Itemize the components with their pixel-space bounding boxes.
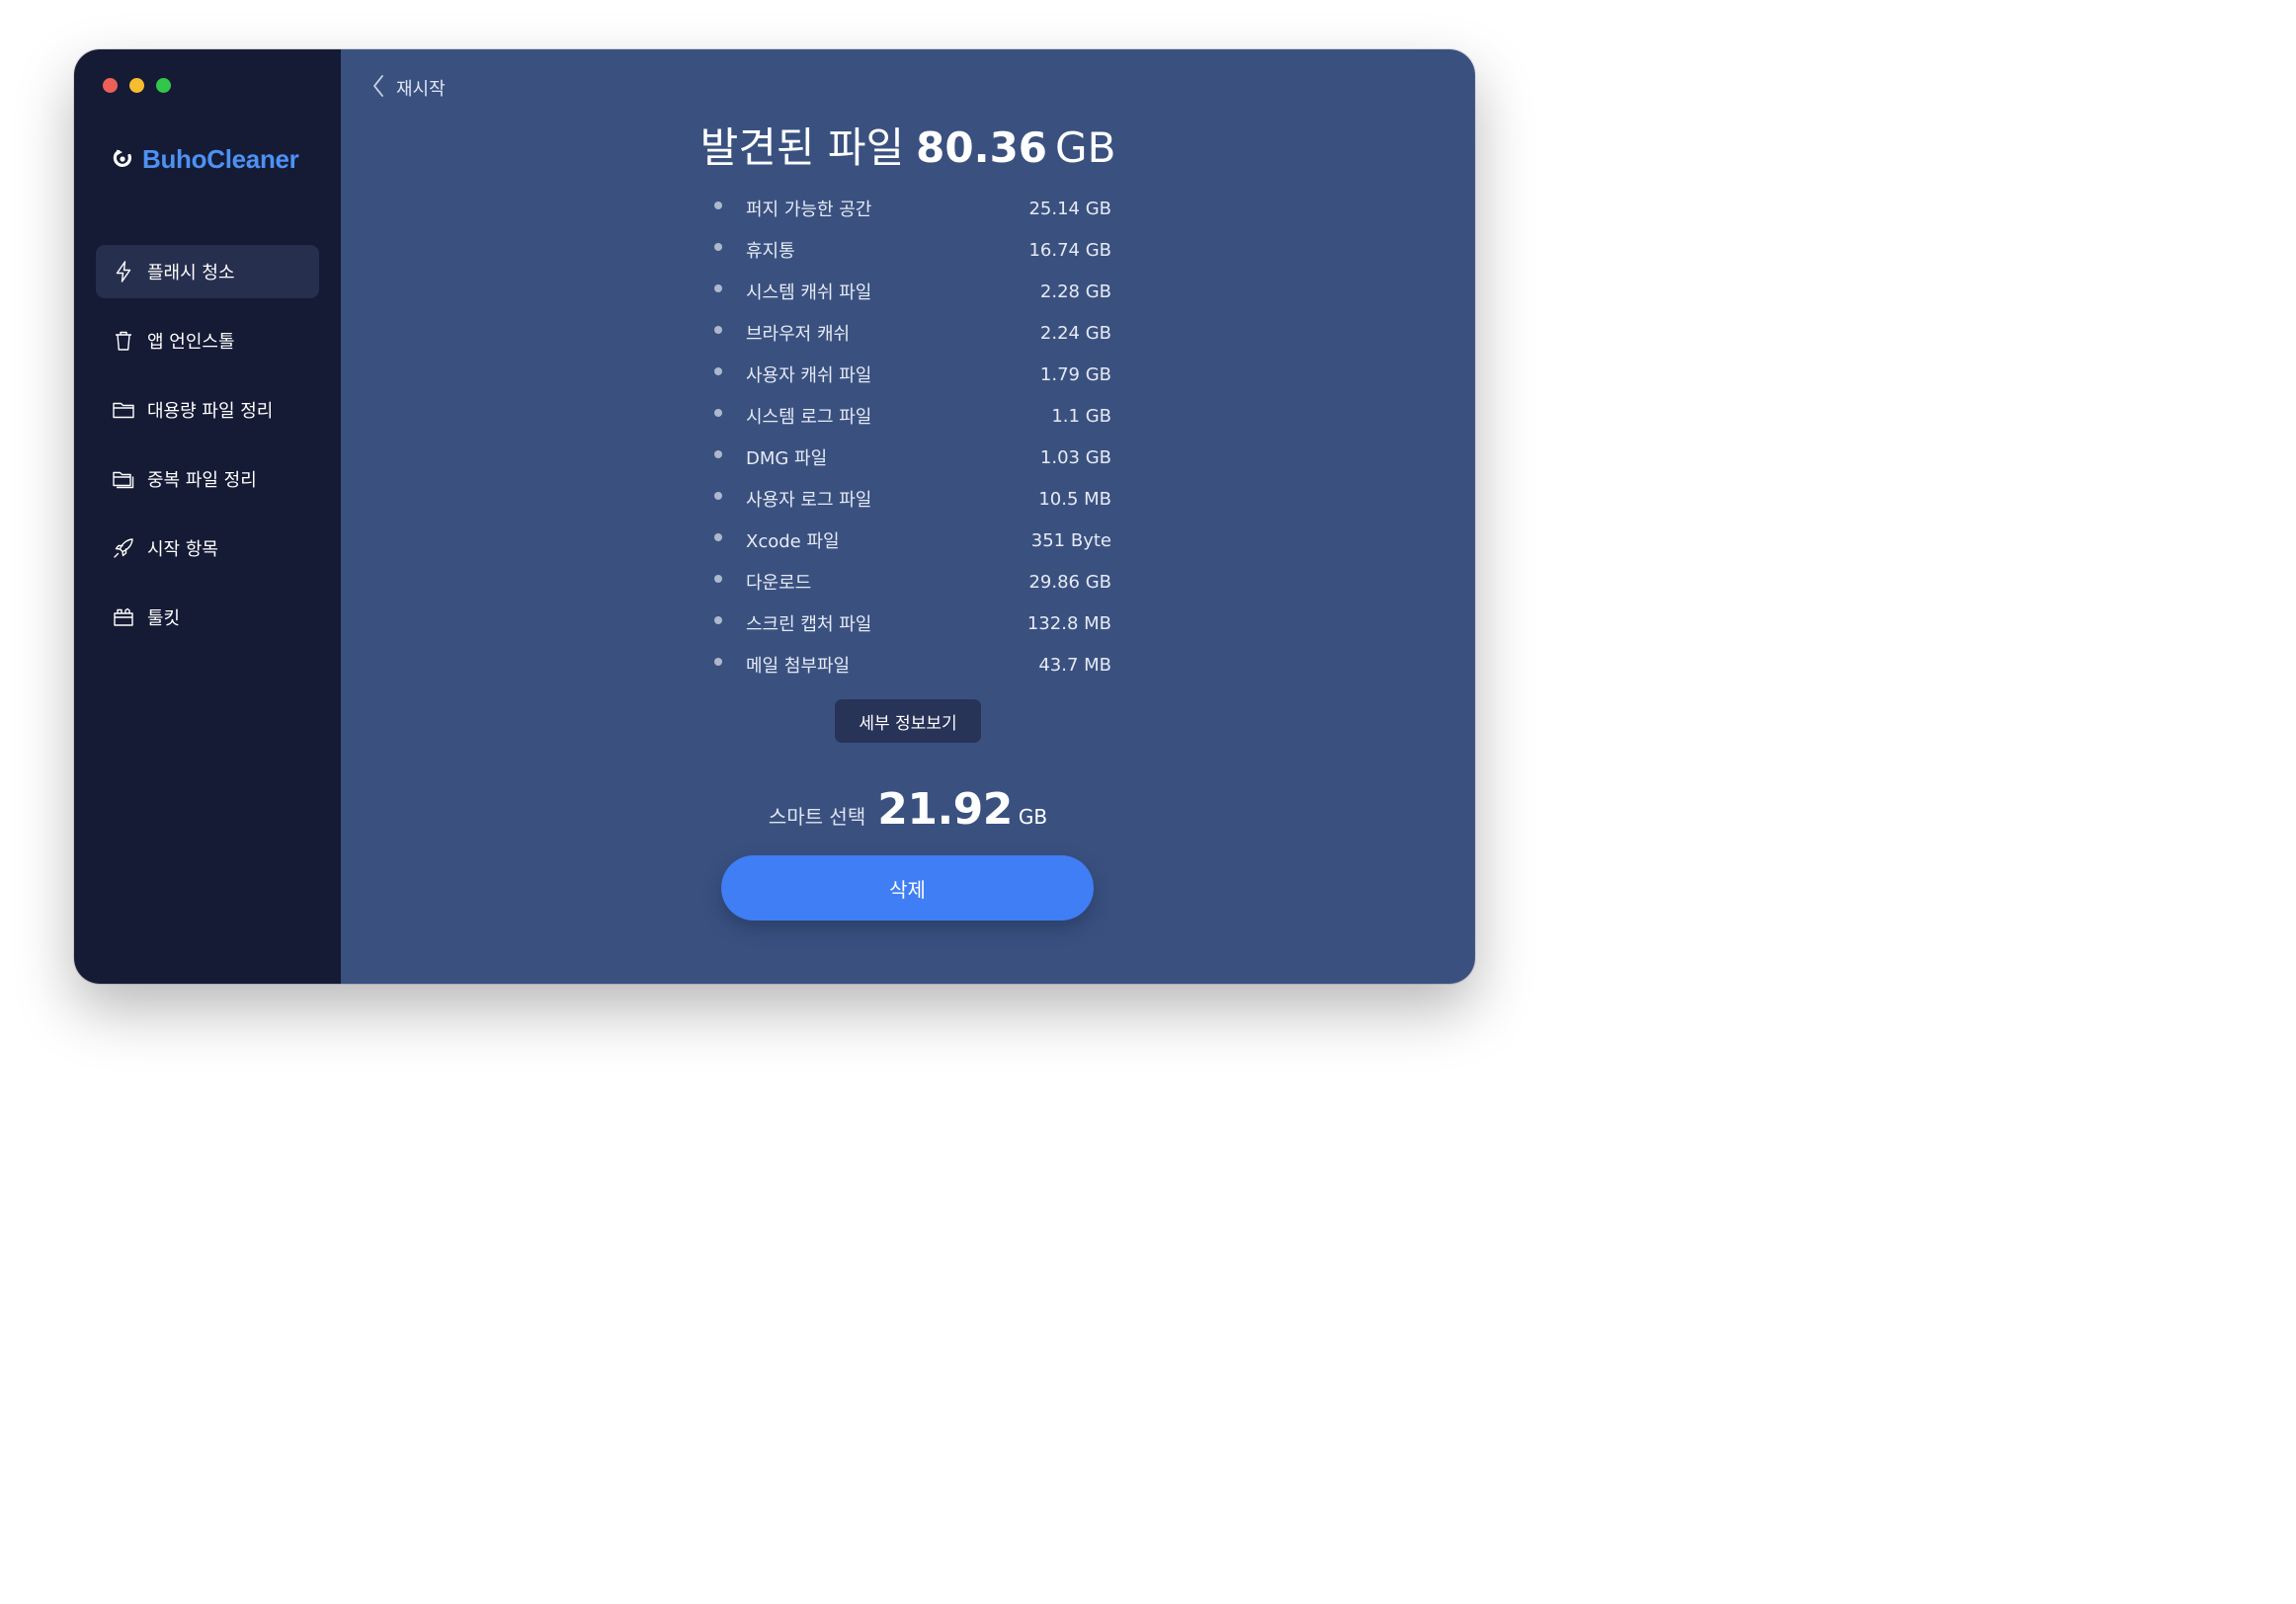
sidebar-item-label: 대용량 파일 정리 <box>147 401 274 422</box>
folder-icon <box>112 398 135 422</box>
item-name: 사용자 로그 파일 <box>746 490 872 511</box>
buho-logo-icon <box>111 146 134 174</box>
item-name: 휴지통 <box>746 241 795 262</box>
bullet <box>714 409 722 417</box>
lightning-icon <box>112 260 135 283</box>
sidebar-item-label: 플래시 청소 <box>147 263 235 283</box>
item-size: 25.14 GB <box>1028 198 1111 219</box>
item-size: 1.03 GB <box>1039 446 1111 468</box>
item-size: 1.79 GB <box>1039 363 1111 385</box>
bullet <box>714 450 722 458</box>
list-item: 스크린 캡처 파일 132.8 MB <box>714 602 1111 644</box>
list-item: 메일 첨부파일 43.7 MB <box>714 644 1111 685</box>
item-size: 2.24 GB <box>1039 322 1111 344</box>
rocket-icon <box>112 536 135 560</box>
list-item: 사용자 로그 파일 10.5 MB <box>714 478 1111 520</box>
item-size: 10.5 MB <box>1038 488 1111 510</box>
sidebar-item-label: 툴킷 <box>147 608 181 629</box>
sidebar-item-toolkit[interactable]: 툴킷 <box>96 591 319 644</box>
zoom-button[interactable] <box>156 78 171 93</box>
found-files-list: 퍼지 가능한 공간 25.14 GB 휴지통 16.74 GB 시스템 캐쉬 파일 2… <box>714 188 1111 685</box>
bullet <box>714 326 722 334</box>
chevron-left-icon <box>370 73 386 103</box>
main-panel: 재시작 발견된 파일 80.36 GB 퍼지 가능한 공간 25.14 GB 휴지통 1… <box>341 49 1475 984</box>
item-size: 2.28 GB <box>1039 281 1111 302</box>
title-prefix: 발견된 파일 <box>699 123 905 172</box>
smart-selection-label: 스마트 선택 <box>768 805 866 829</box>
item-name: Xcode 파일 <box>746 531 840 552</box>
app-name: BuhoCleaner <box>142 144 299 174</box>
sidebar-item-label: 앱 언인스톨 <box>147 332 235 353</box>
bullet <box>714 243 722 251</box>
item-name: 다운로드 <box>746 573 812 594</box>
sidebar-item-app-uninstall[interactable]: 앱 언인스톨 <box>96 314 319 367</box>
list-item: DMG 파일 1.03 GB <box>714 437 1111 478</box>
bullet <box>714 201 722 209</box>
title-unit: GB <box>1055 123 1116 172</box>
bullet <box>714 284 722 292</box>
item-name: 시스템 캐쉬 파일 <box>746 282 872 303</box>
back-button[interactable]: 재시작 <box>370 73 446 103</box>
sidebar-item-duplicate-files[interactable]: 중복 파일 정리 <box>96 452 319 506</box>
list-item: 사용자 캐쉬 파일 1.79 GB <box>714 354 1111 395</box>
smart-selection-unit: GB <box>1018 805 1048 829</box>
bullet <box>714 492 722 500</box>
item-size: 29.86 GB <box>1028 571 1111 593</box>
smart-selection: 스마트 선택 21.92 GB <box>341 784 1475 835</box>
close-button[interactable] <box>103 78 118 93</box>
list-item: 다운로드 29.86 GB <box>714 561 1111 602</box>
duplicate-folder-icon <box>112 467 135 491</box>
bullet <box>714 367 722 375</box>
title-number: 80.36 <box>916 123 1048 172</box>
item-size: 43.7 MB <box>1038 654 1111 676</box>
list-item: 시스템 로그 파일 1.1 GB <box>714 395 1111 437</box>
back-label: 재시작 <box>396 79 446 100</box>
list-item: Xcode 파일 351 Byte <box>714 520 1111 561</box>
item-name: 브라우저 캐쉬 <box>746 324 851 345</box>
smart-selection-number: 21.92 <box>877 784 1013 835</box>
minimize-button[interactable] <box>129 78 144 93</box>
delete-button[interactable]: 삭제 <box>721 855 1094 921</box>
item-size: 132.8 MB <box>1026 612 1111 634</box>
sidebar-item-large-files[interactable]: 대용량 파일 정리 <box>96 383 319 437</box>
view-details-button[interactable]: 세부 정보보기 <box>835 699 981 743</box>
bullet <box>714 616 722 624</box>
bullet <box>714 575 722 583</box>
item-name: DMG 파일 <box>746 448 828 469</box>
list-item: 휴지통 16.74 GB <box>714 229 1111 271</box>
item-size: 1.1 GB <box>1051 405 1111 427</box>
app-window: BuhoCleaner 플래시 청소 앱 언인스톨 대용량 파일 정리 중복 파… <box>74 49 1475 984</box>
item-size: 16.74 GB <box>1028 239 1111 261</box>
sidebar-item-startup-items[interactable]: 시작 항목 <box>96 521 319 575</box>
item-name: 스크린 캡처 파일 <box>746 614 872 635</box>
bullet <box>714 533 722 541</box>
item-name: 사용자 캐쉬 파일 <box>746 365 872 386</box>
toolkit-icon <box>112 605 135 629</box>
item-name: 퍼지 가능한 공간 <box>746 200 872 220</box>
sidebar: BuhoCleaner 플래시 청소 앱 언인스톨 대용량 파일 정리 중복 파… <box>74 49 341 984</box>
list-item: 브라우저 캐쉬 2.24 GB <box>714 312 1111 354</box>
item-size: 351 Byte <box>1030 529 1111 551</box>
page-title: 발견된 파일 80.36 GB <box>341 115 1475 175</box>
app-logo: BuhoCleaner <box>111 144 299 175</box>
sidebar-nav: 플래시 청소 앱 언인스톨 대용량 파일 정리 중복 파일 정리 시작 항목 툴… <box>96 245 319 660</box>
sidebar-item-flash-clean[interactable]: 플래시 청소 <box>96 245 319 298</box>
item-name: 시스템 로그 파일 <box>746 407 872 428</box>
sidebar-item-label: 시작 항목 <box>147 539 218 560</box>
trash-icon <box>112 329 135 353</box>
sidebar-item-label: 중복 파일 정리 <box>147 470 257 491</box>
list-item: 시스템 캐쉬 파일 2.28 GB <box>714 271 1111 312</box>
bullet <box>714 658 722 666</box>
item-name: 메일 첨부파일 <box>746 656 851 677</box>
window-controls <box>103 78 171 93</box>
list-item: 퍼지 가능한 공간 25.14 GB <box>714 188 1111 229</box>
